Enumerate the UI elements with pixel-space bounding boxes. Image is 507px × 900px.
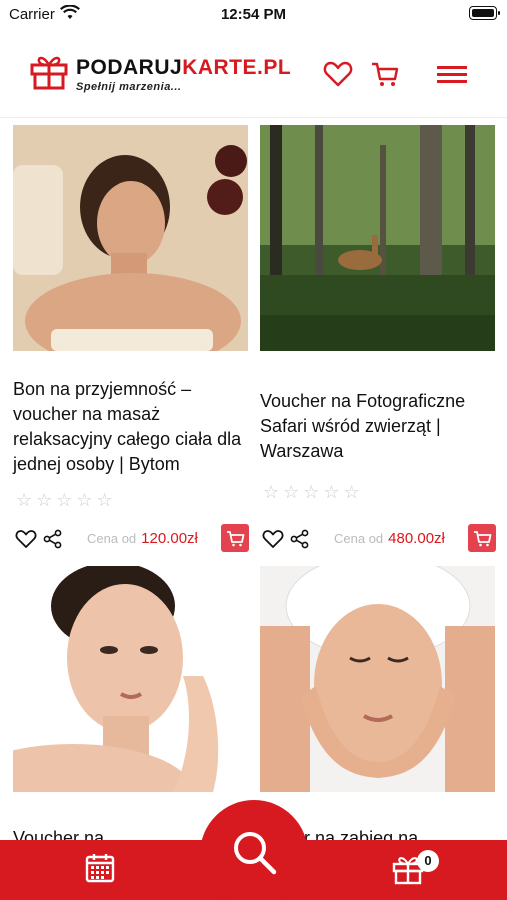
clock: 12:54 PM xyxy=(220,6,287,23)
cart-icon[interactable] xyxy=(370,60,400,88)
share-icon[interactable] xyxy=(290,529,310,549)
share-icon[interactable] xyxy=(43,529,63,549)
product-card[interactable]: ...cher na zabieg na xyxy=(260,566,495,840)
price-value: 120.00zł xyxy=(141,530,198,547)
product-card[interactable]: Voucher na Fotograficzne Safari wśród zw… xyxy=(260,125,496,555)
status-bar: Carrier 12:54 PM xyxy=(0,0,507,32)
favorite-icon[interactable] xyxy=(262,529,284,549)
calendar-icon[interactable] xyxy=(84,852,116,884)
brand-name-part1: PODARUJ xyxy=(76,56,183,79)
product-price: Cena od 120.00zł xyxy=(87,530,198,547)
product-actions: Cena od 480.00zł xyxy=(260,524,496,554)
price-prefix: Cena od xyxy=(334,531,384,546)
rating-stars: ☆☆☆☆☆ xyxy=(263,482,364,502)
product-card[interactable]: Voucher na ... xyxy=(13,566,248,840)
brand-logo[interactable]: PODARUJKARTE.PL Spełnij marzenia... xyxy=(30,50,291,96)
price-value: 480.00zł xyxy=(388,530,445,547)
gift-logo-icon xyxy=(30,56,68,90)
product-image-facial-treatment[interactable] xyxy=(260,566,495,792)
brand-name-part2: KARTE.PL xyxy=(182,56,292,79)
product-title[interactable]: Voucher na Fotograficzne Safari wśród zw… xyxy=(260,389,495,464)
product-image-massage[interactable] xyxy=(13,125,248,351)
cart-count-badge: 0 xyxy=(417,850,439,872)
heart-icon[interactable] xyxy=(323,60,353,88)
product-image-face-care[interactable] xyxy=(13,566,248,792)
price-prefix: Cena od xyxy=(87,531,137,546)
add-to-cart-button[interactable] xyxy=(468,524,496,552)
product-title[interactable]: Bon na przyjemność – voucher na masaż re… xyxy=(13,377,248,477)
battery-icon xyxy=(469,6,500,20)
favorite-icon[interactable] xyxy=(15,529,37,549)
hamburger-menu-icon[interactable] xyxy=(436,60,468,88)
rating-stars: ☆☆☆☆☆ xyxy=(16,490,117,510)
search-icon xyxy=(234,832,277,875)
product-actions: Cena od 120.00zł xyxy=(13,524,249,554)
product-price: Cena od 480.00zł xyxy=(334,530,445,547)
brand-name: PODARUJKARTE.PL xyxy=(76,56,291,80)
product-grid: Bon na przyjemność – voucher na masaż re… xyxy=(0,118,507,840)
add-to-cart-button[interactable] xyxy=(221,524,249,552)
search-button[interactable] xyxy=(200,800,308,900)
product-image-safari[interactable] xyxy=(260,125,495,351)
app-header: PODARUJKARTE.PL Spełnij marzenia... xyxy=(0,32,507,118)
brand-tagline: Spełnij marzenia... xyxy=(76,81,182,93)
product-card[interactable]: Bon na przyjemność – voucher na masaż re… xyxy=(13,125,249,555)
